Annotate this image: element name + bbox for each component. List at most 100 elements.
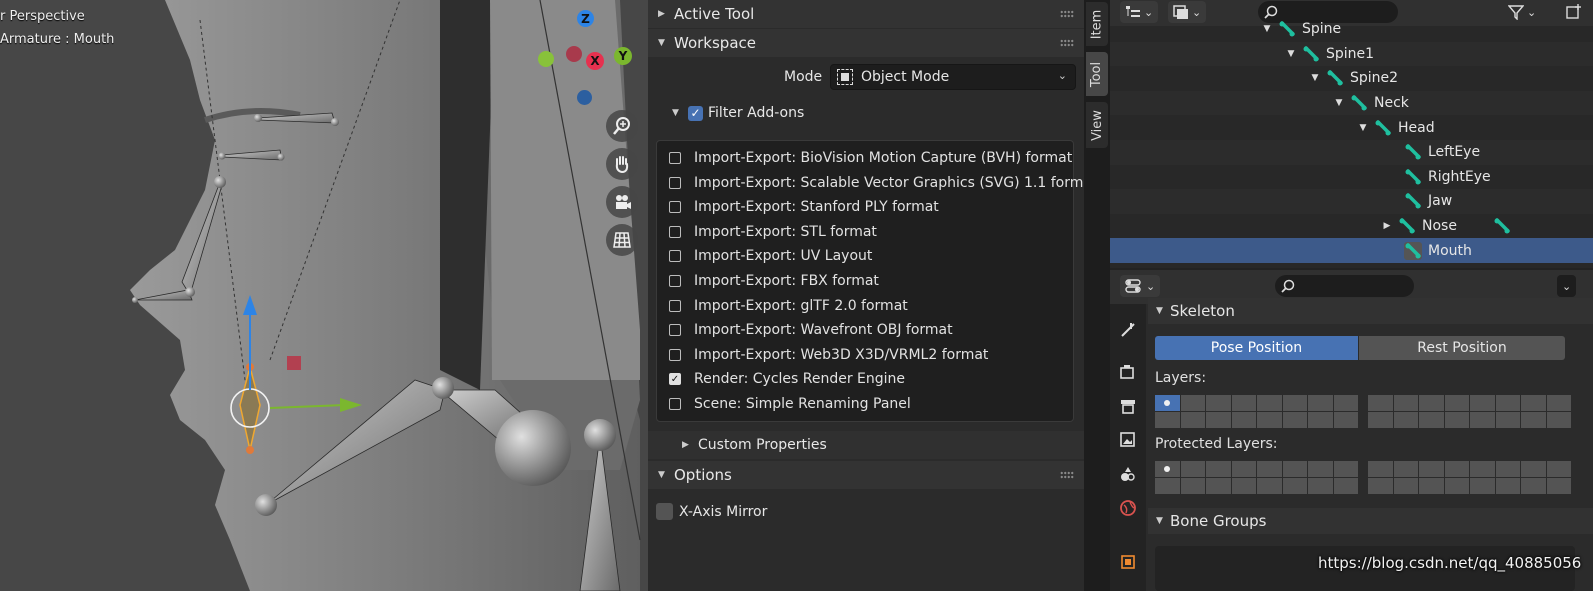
layer-cell[interactable] <box>1231 395 1256 411</box>
layer-cell[interactable] <box>1495 478 1520 494</box>
x-axis-mirror-checkbox[interactable] <box>656 503 673 520</box>
expanded-arrow-icon[interactable]: ▼ <box>1356 123 1370 133</box>
addon-checkbox[interactable] <box>669 201 681 214</box>
layer-cell[interactable] <box>1155 461 1180 477</box>
layer-cell[interactable] <box>1495 461 1520 477</box>
layer-cell[interactable] <box>1470 412 1495 428</box>
hand-pan-icon[interactable] <box>606 148 638 180</box>
addon-checkbox[interactable] <box>669 299 681 312</box>
layer-cell[interactable] <box>1206 395 1231 411</box>
properties-search-input[interactable] <box>1275 275 1414 297</box>
layer-cell[interactable] <box>1368 395 1393 411</box>
layer-cell[interactable] <box>1393 461 1418 477</box>
expanded-arrow-icon[interactable]: ▼ <box>1284 49 1298 59</box>
tool-settings-icon[interactable] <box>1114 316 1142 344</box>
layer-cell[interactable] <box>1282 478 1307 494</box>
addon-item[interactable]: Import-Export: FBX format <box>669 271 879 291</box>
layer-cell[interactable] <box>1521 412 1546 428</box>
layer-cell[interactable] <box>1444 395 1469 411</box>
collapsed-arrow-icon[interactable]: ▶ <box>1380 221 1394 231</box>
skeleton-header[interactable]: ▼ Skeleton <box>1148 298 1593 324</box>
bone-groups-header[interactable]: ▼ Bone Groups <box>1148 508 1593 534</box>
camera-icon[interactable] <box>606 186 638 218</box>
layer-cell[interactable] <box>1470 478 1495 494</box>
layer-cell[interactable] <box>1257 478 1282 494</box>
layer-cell[interactable] <box>1368 461 1393 477</box>
layer-cell[interactable] <box>1393 395 1418 411</box>
protected-layers-grid-left[interactable] <box>1155 461 1358 494</box>
tab-view[interactable]: View <box>1086 102 1108 148</box>
outliner-row-righteye[interactable]: RightEye <box>1110 165 1593 190</box>
layer-cell[interactable] <box>1180 395 1205 411</box>
axis-x-button[interactable]: X <box>586 52 604 70</box>
layer-cell[interactable] <box>1419 395 1444 411</box>
layer-cell[interactable] <box>1419 478 1444 494</box>
addon-item[interactable]: Import-Export: Web3D X3D/VRML2 format <box>669 345 988 365</box>
addon-item[interactable]: Import-Export: Stanford PLY format <box>669 197 939 217</box>
layer-cell[interactable] <box>1206 412 1231 428</box>
layer-cell[interactable] <box>1546 478 1571 494</box>
layer-cell[interactable] <box>1231 461 1256 477</box>
layer-cell[interactable] <box>1521 395 1546 411</box>
layer-cell[interactable] <box>1419 412 1444 428</box>
outliner-row-jaw[interactable]: Jaw <box>1110 189 1593 214</box>
layer-cell[interactable] <box>1444 461 1469 477</box>
layer-cell[interactable] <box>1419 461 1444 477</box>
addon-checkbox[interactable] <box>669 275 681 287</box>
addon-item[interactable]: Import-Export: UV Layout <box>669 246 872 266</box>
properties-options-button[interactable]: ⌄ <box>1557 275 1577 297</box>
grid-ortho-icon[interactable] <box>606 224 638 256</box>
layer-cell[interactable] <box>1231 478 1256 494</box>
addon-checkbox[interactable] <box>669 152 681 164</box>
tab-tool[interactable]: Tool <box>1086 52 1108 96</box>
addon-checkbox[interactable] <box>669 324 681 337</box>
layer-cell[interactable] <box>1257 461 1282 477</box>
axis-neg-x-button[interactable] <box>566 46 582 62</box>
drag-grip-icon[interactable] <box>1060 39 1074 47</box>
addon-item[interactable]: Import-Export: Wavefront OBJ format <box>669 320 953 340</box>
protected-layers-grid-right[interactable] <box>1368 461 1571 494</box>
addon-item[interactable]: Import-Export: BioVision Motion Capture … <box>669 148 1072 168</box>
layer-cell[interactable] <box>1521 478 1546 494</box>
render-icon[interactable] <box>1114 358 1142 386</box>
outliner-row-mouth[interactable]: Mouth <box>1110 238 1593 263</box>
layer-cell[interactable] <box>1333 395 1358 411</box>
layer-cell[interactable] <box>1308 395 1333 411</box>
layer-cell[interactable] <box>1333 412 1358 428</box>
3d-viewport[interactable]: r Perspective Armature : Mouth Z X Y <box>0 0 648 591</box>
layer-cell[interactable] <box>1231 412 1256 428</box>
layer-cell[interactable] <box>1282 395 1307 411</box>
view-layer-icon[interactable] <box>1114 426 1142 454</box>
expanded-arrow-icon[interactable]: ▼ <box>1308 73 1322 83</box>
addon-item[interactable]: Import-Export: STL format <box>669 222 877 242</box>
workspace-header[interactable]: ▼ Workspace <box>648 29 1084 57</box>
layer-cell[interactable] <box>1180 461 1205 477</box>
addon-checkbox[interactable]: ✓ <box>669 373 681 386</box>
layer-cell[interactable] <box>1206 478 1231 494</box>
layer-cell[interactable] <box>1155 395 1180 411</box>
layer-cell[interactable] <box>1308 461 1333 477</box>
custom-properties-header[interactable]: ▶ Custom Properties <box>648 431 1084 459</box>
layer-cell[interactable] <box>1368 478 1393 494</box>
addon-item[interactable]: Scene: Simple Renaming Panel <box>669 394 911 414</box>
layers-grid-right[interactable] <box>1368 395 1571 428</box>
layer-cell[interactable] <box>1282 461 1307 477</box>
addon-item[interactable]: ✓ Render: Cycles Render Engine <box>669 369 905 389</box>
outliner-row-nose[interactable]: ▶ Nose <box>1110 214 1593 239</box>
outliner-row-neck[interactable]: ▼ Neck <box>1110 90 1593 116</box>
addon-checkbox[interactable] <box>669 176 681 189</box>
mode-dropdown[interactable]: Object Mode ⌄ <box>830 64 1076 90</box>
scene-icon[interactable] <box>1114 460 1142 488</box>
layer-cell[interactable] <box>1180 412 1205 428</box>
layer-cell[interactable] <box>1495 412 1520 428</box>
object-icon[interactable] <box>1114 548 1142 576</box>
layer-cell[interactable] <box>1368 412 1393 428</box>
addon-checkbox[interactable] <box>669 225 681 238</box>
layer-cell[interactable] <box>1546 461 1571 477</box>
editor-type-button[interactable]: ⌄ <box>1120 275 1161 297</box>
layer-cell[interactable] <box>1470 461 1495 477</box>
layer-cell[interactable] <box>1393 412 1418 428</box>
layer-cell[interactable] <box>1180 478 1205 494</box>
expanded-arrow-icon[interactable]: ▼ <box>1332 98 1346 108</box>
axis-y-button[interactable]: Y <box>614 47 632 65</box>
